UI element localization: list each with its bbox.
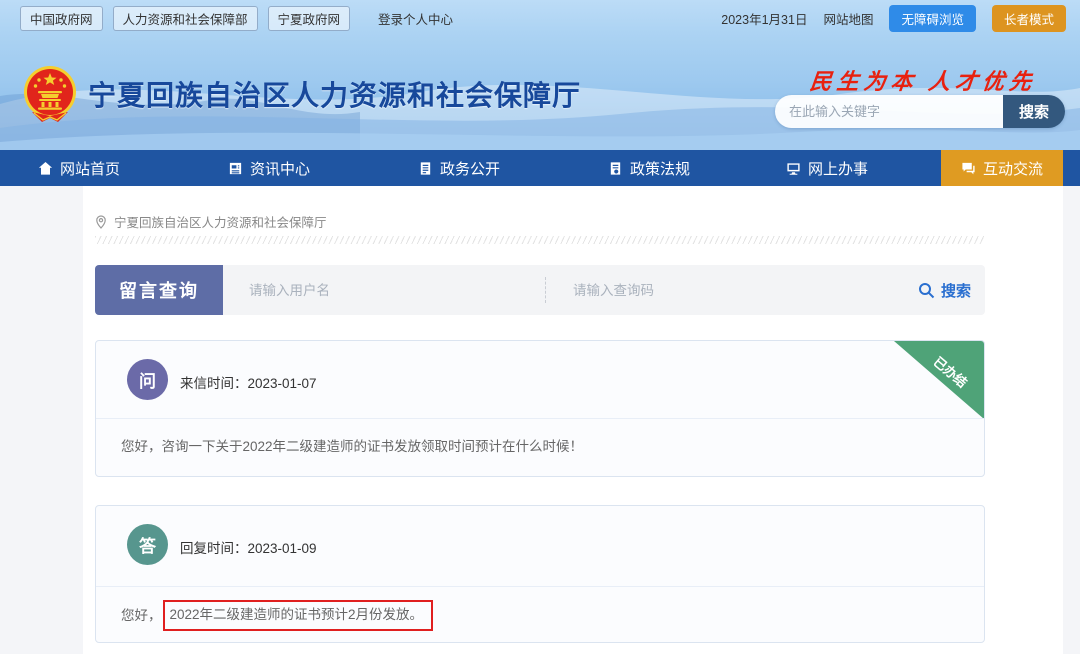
- nav-label: 政务公开: [440, 158, 500, 179]
- answer-highlighted-text: 2022年二级建造师的证书预计2月份发放。: [163, 600, 434, 631]
- nav-label: 资讯中心: [250, 158, 310, 179]
- query-code-input[interactable]: [565, 265, 855, 315]
- gov-links-group: 中国政府网 人力资源和社会保障部 宁夏政府网 登录个人中心: [20, 6, 453, 31]
- nav-label: 政策法规: [630, 158, 690, 179]
- link-mohrss[interactable]: 人力资源和社会保障部: [113, 6, 258, 31]
- content-sheet: 宁夏回族自治区人力资源和社会保障厅 留言查询 搜索 问 来信时间：2023-01…: [83, 186, 1063, 654]
- national-emblem-logo: [22, 64, 78, 124]
- location-pin-icon: [95, 215, 107, 229]
- main-navigation: 网站首页 资讯中心 政务公开 政策法规 网上办事 互动交流: [0, 150, 1080, 186]
- topbar-right-group: 2023年1月31日 网站地图 无障碍浏览 长者模式: [721, 5, 1066, 32]
- message-query-tab[interactable]: 留言查询: [95, 265, 223, 315]
- username-input[interactable]: [241, 265, 536, 315]
- calligraphy-slogan: 民生为本 人才优先: [808, 64, 1038, 96]
- nav-item-gov-open[interactable]: 政务公开: [418, 150, 500, 186]
- message-query-bar: 留言查询 搜索: [95, 265, 985, 315]
- input-divider: [545, 277, 546, 303]
- nav-label: 网站首页: [60, 158, 120, 179]
- top-utility-bar: 中国政府网 人力资源和社会保障部 宁夏政府网 登录个人中心 2023年1月31日…: [0, 0, 1080, 36]
- search-icon: [918, 282, 935, 299]
- site-brand: 宁夏回族自治区人力资源和社会保障厅: [22, 64, 581, 124]
- nav-item-home[interactable]: 网站首页: [38, 150, 120, 186]
- question-content: 您好，咨询一下关于2022年二级建造师的证书发放领取时间预计在什么时候！: [121, 437, 583, 457]
- login-personal-center-link[interactable]: 登录个人中心: [378, 9, 453, 28]
- answer-content: 您好， 2022年二级建造师的证书预计2月份发放。: [121, 600, 433, 631]
- breadcrumb-location[interactable]: 宁夏回族自治区人力资源和社会保障厅: [114, 212, 327, 231]
- query-search-button[interactable]: 搜索: [918, 265, 971, 315]
- interaction-icon: [961, 161, 976, 176]
- answer-time-label: 回复时间：: [180, 541, 248, 556]
- home-icon: [38, 161, 53, 176]
- accessibility-button[interactable]: 无障碍浏览: [889, 5, 976, 32]
- question-time-label: 来信时间：: [180, 376, 248, 391]
- hatched-divider: [95, 236, 985, 244]
- news-icon: [228, 161, 243, 176]
- site-title: 宁夏回族自治区人力资源和社会保障厅: [88, 74, 581, 114]
- nav-item-news-center[interactable]: 资讯中心: [228, 150, 310, 186]
- online-service-icon: [786, 161, 801, 176]
- question-time-value: 2023-01-07: [248, 376, 317, 391]
- nav-item-interaction[interactable]: 互动交流: [941, 150, 1063, 186]
- site-search-button[interactable]: 搜索: [1003, 95, 1065, 128]
- site-header: 中国政府网 人力资源和社会保障部 宁夏政府网 登录个人中心 2023年1月31日…: [0, 0, 1080, 150]
- query-search-label: 搜索: [941, 280, 971, 301]
- current-date: 2023年1月31日: [721, 9, 807, 28]
- answer-time: 回复时间：2023-01-09: [180, 537, 317, 557]
- question-avatar: 问: [127, 359, 168, 400]
- card-divider: [96, 418, 984, 419]
- nav-label: 网上办事: [808, 158, 868, 179]
- site-search-input[interactable]: [775, 95, 1003, 128]
- question-time: 来信时间：2023-01-07: [180, 372, 317, 392]
- gov-open-icon: [418, 161, 433, 176]
- policy-icon: [608, 161, 623, 176]
- question-card: 问 来信时间：2023-01-07 已办结 您好，咨询一下关于2022年二级建造…: [95, 340, 985, 477]
- answer-time-value: 2023-01-09: [248, 541, 317, 556]
- nav-label: 互动交流: [983, 158, 1043, 179]
- breadcrumb: 宁夏回族自治区人力资源和社会保障厅: [95, 212, 327, 231]
- card-divider: [96, 586, 984, 587]
- answer-content-prefix: 您好，: [121, 606, 162, 626]
- answer-card: 答 回复时间：2023-01-09 您好， 2022年二级建造师的证书预计2月份…: [95, 505, 985, 643]
- link-china-gov[interactable]: 中国政府网: [20, 6, 103, 31]
- sitemap-link[interactable]: 网站地图: [823, 9, 873, 28]
- elder-mode-button[interactable]: 长者模式: [992, 5, 1066, 32]
- link-ningxia-gov[interactable]: 宁夏政府网: [268, 6, 351, 31]
- site-search: 搜索: [775, 95, 1065, 128]
- nav-item-online-services[interactable]: 网上办事: [786, 150, 868, 186]
- answer-avatar: 答: [127, 524, 168, 565]
- nav-item-policy[interactable]: 政策法规: [608, 150, 690, 186]
